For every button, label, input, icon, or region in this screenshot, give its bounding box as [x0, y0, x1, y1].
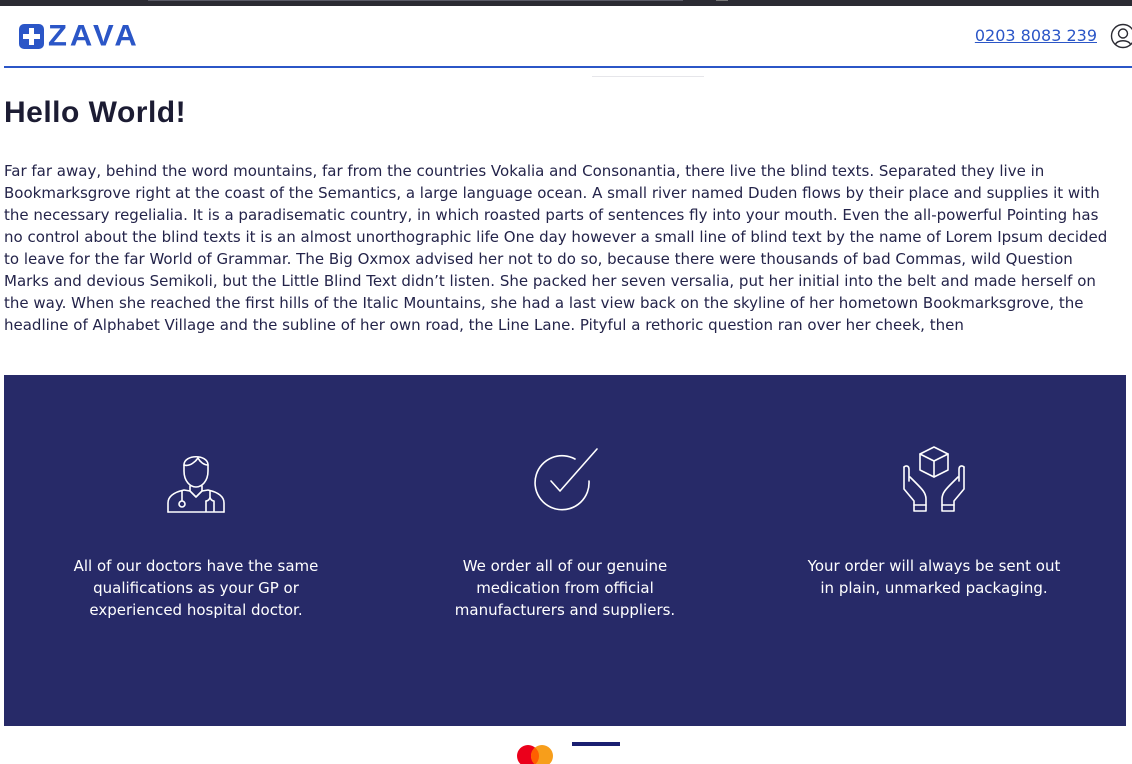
phone-link[interactable]: 0203 8083 239 — [975, 26, 1097, 45]
browser-indicator — [716, 0, 728, 1]
logo-wordmark: ZAVA — [48, 24, 140, 49]
payment-methods — [0, 736, 1132, 749]
feature-medication-text: We order all of our genuine medication f… — [427, 555, 703, 621]
browser-tab-edge — [148, 0, 683, 1]
account-icon[interactable] — [1110, 23, 1132, 49]
mastercard-icon — [512, 744, 556, 764]
feature-packaging-text: Your order will always be sent out in pl… — [799, 555, 1069, 599]
site-header: ZAVA 0203 8083 239 — [4, 6, 1132, 68]
page-title: Hello World! — [4, 96, 186, 130]
logo-plus-icon — [19, 24, 44, 49]
features-band: All of our doctors have the same qualifi… — [4, 375, 1126, 726]
body-paragraph: Far far away, behind the word mountains,… — [4, 160, 1114, 336]
zava-logo-link[interactable]: ZAVA — [19, 23, 140, 49]
feature-doctors-text: All of our doctors have the same qualifi… — [46, 555, 346, 621]
package-hands-icon — [900, 445, 968, 513]
visa-icon — [572, 742, 620, 746]
nav-divider — [592, 76, 704, 77]
doctor-icon — [162, 445, 230, 513]
checkmark-icon — [531, 445, 599, 513]
